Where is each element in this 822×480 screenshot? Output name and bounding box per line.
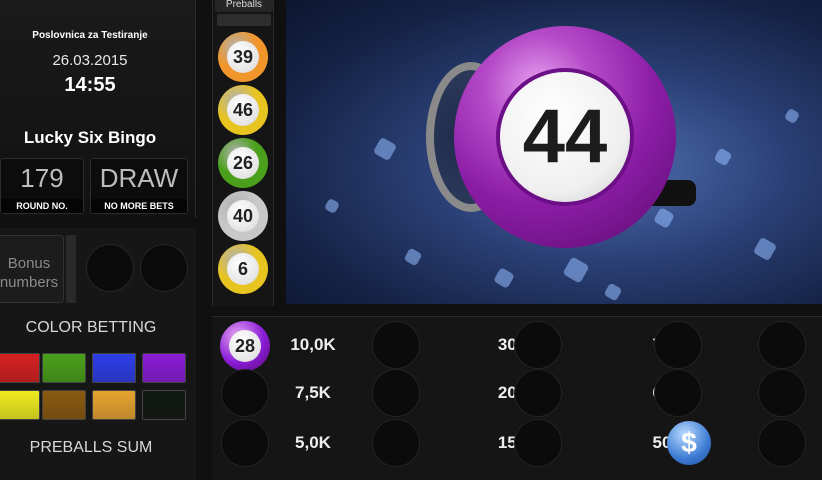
sparkle xyxy=(372,136,398,162)
round-number-label: ROUND NO. xyxy=(1,199,83,213)
preball: 6 xyxy=(218,244,268,294)
ball-slot xyxy=(372,419,420,467)
ball-slot xyxy=(514,419,562,467)
ball-slot xyxy=(372,369,420,417)
ball-slot xyxy=(654,321,702,369)
current-drawn-ball: 44 xyxy=(454,26,676,248)
color-swatch[interactable] xyxy=(92,353,136,383)
ball-slot xyxy=(514,369,562,417)
betting-panel: Bonus numbers COLOR BETTING PREBALLS SUM xyxy=(0,228,196,480)
bonus-slot xyxy=(140,244,188,292)
round-number: 179 xyxy=(20,163,64,193)
ball-slot xyxy=(758,321,806,369)
color-swatch[interactable] xyxy=(142,390,186,420)
odds-value: 7,5K xyxy=(295,383,331,402)
current-ball-number: 44 xyxy=(496,68,634,206)
draw-status: DRAW xyxy=(99,163,179,193)
sparkle xyxy=(323,197,341,215)
first-drawn-ball: 28 xyxy=(220,321,270,371)
sparkle xyxy=(713,147,733,167)
bonus-label: Bonus numbers xyxy=(0,254,65,292)
game-title: Lucky Six Bingo xyxy=(23,128,157,147)
color-swatch[interactable] xyxy=(0,390,40,420)
color-swatch[interactable] xyxy=(142,353,186,383)
bonus-label-line2: numbers xyxy=(0,274,59,291)
ball-slot xyxy=(758,369,806,417)
preballs-column: Preballs 39 46 26 40 6 xyxy=(212,0,274,306)
color-swatch[interactable] xyxy=(92,390,136,420)
sparkle xyxy=(603,282,623,302)
sparkle xyxy=(783,107,801,125)
first-ball-number: 28 xyxy=(229,330,261,362)
color-betting-title: COLOR BETTING xyxy=(25,319,157,336)
odds-value: 5,0K xyxy=(295,433,331,452)
round-number-box: 179 ROUND NO. xyxy=(0,158,84,214)
color-swatch[interactable] xyxy=(0,353,40,383)
draw-status-box: DRAW NO MORE BETS xyxy=(90,158,188,214)
odds-value: 10,0K xyxy=(290,335,336,354)
preball-number: 6 xyxy=(227,253,259,285)
ball-slot xyxy=(372,321,420,369)
ball-slot xyxy=(514,321,562,369)
sparkle xyxy=(752,236,778,262)
preball-number: 39 xyxy=(227,41,259,73)
sparkle xyxy=(403,247,423,267)
color-swatch[interactable] xyxy=(42,353,86,383)
odds-grid: 28 10,0K30070207,5K20060155,0K15050$10 xyxy=(212,316,822,480)
ball-slot xyxy=(758,419,806,467)
draw-time: 14:55 xyxy=(64,74,116,96)
color-swatch[interactable] xyxy=(42,390,86,420)
preballs-bar xyxy=(217,14,271,26)
bonus-slot xyxy=(86,244,134,292)
bonus-scrollbar[interactable] xyxy=(66,235,76,303)
dollar-coin-icon: $ xyxy=(667,421,711,465)
info-panel: Poslovnica za Testiranje 26.03.2015 14:5… xyxy=(0,0,196,218)
sparkle xyxy=(493,267,515,289)
preball-number: 26 xyxy=(227,147,259,179)
sparkle xyxy=(562,256,590,284)
draw-animation-area: 44 xyxy=(286,0,822,304)
sparkle xyxy=(653,207,675,229)
preballs-sum-title: PREBALLS SUM xyxy=(29,439,153,456)
preball: 39 xyxy=(218,32,268,82)
preballs-label: Preballs xyxy=(215,0,273,12)
preball: 46 xyxy=(218,85,268,135)
station-name: Poslovnica za Testiranje xyxy=(32,30,148,41)
ball-slot xyxy=(221,369,269,417)
preball: 40 xyxy=(218,191,268,241)
bonus-numbers-box: Bonus numbers xyxy=(0,235,64,303)
preball-number: 40 xyxy=(227,200,259,232)
draw-status-label: NO MORE BETS xyxy=(91,199,187,213)
ball-slot xyxy=(221,419,269,467)
preball-number: 46 xyxy=(227,94,259,126)
preball: 26 xyxy=(218,138,268,188)
draw-date: 26.03.2015 xyxy=(52,52,128,69)
bonus-label-line1: Bonus xyxy=(7,255,51,272)
ball-slot xyxy=(654,369,702,417)
